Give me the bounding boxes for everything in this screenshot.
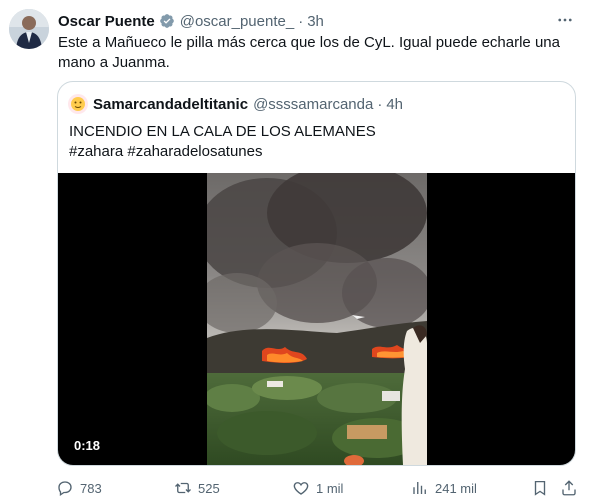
tweet-text: Este a Mañueco le pilla más cerca que lo… bbox=[58, 34, 560, 71]
author-name[interactable]: Oscar Puente bbox=[58, 13, 155, 30]
video-thumbnail bbox=[207, 173, 427, 465]
bookmark-button[interactable] bbox=[531, 479, 549, 497]
views-count: 241 mil bbox=[435, 480, 477, 496]
views-button[interactable]: 241 mil bbox=[411, 479, 477, 497]
action-bar: 783 525 1 mil 241 mil bbox=[56, 477, 578, 499]
reply-button[interactable]: 783 bbox=[56, 479, 102, 497]
share-button[interactable] bbox=[560, 479, 578, 497]
separator-dot: · bbox=[298, 12, 304, 30]
quoted-tweet-header: Samarcandadeltitanic @ssssamarcanda · 4h bbox=[68, 93, 565, 115]
separator-dot: · bbox=[377, 95, 383, 113]
author-handle[interactable]: @oscar_puente_ bbox=[180, 13, 294, 30]
reply-count: 783 bbox=[80, 480, 102, 496]
verified-badge-icon bbox=[159, 13, 175, 29]
video-player[interactable]: 0:18 bbox=[58, 173, 575, 465]
quoted-timestamp: 4h bbox=[386, 95, 404, 113]
hashtag-zaharadelosatunes[interactable]: #zaharadelosatunes bbox=[127, 143, 262, 160]
like-icon bbox=[293, 482, 309, 495]
repost-icon bbox=[175, 482, 191, 494]
video-duration: 0:18 bbox=[74, 438, 101, 453]
quoted-author-handle: @ssssamarcanda bbox=[253, 95, 374, 113]
more-icon[interactable] bbox=[554, 10, 576, 30]
quoted-avatar bbox=[68, 94, 88, 114]
views-icon bbox=[413, 482, 426, 494]
hashtag-line: #zahara #zaharadelosatunes bbox=[69, 142, 565, 162]
timestamp[interactable]: 3h bbox=[307, 13, 324, 30]
quoted-author-name: Samarcandadeltitanic bbox=[93, 95, 249, 113]
tweet-header: Oscar Puente @oscar_puente_ · 3h bbox=[58, 11, 576, 31]
reply-icon bbox=[58, 481, 72, 497]
hashtag-zahara[interactable]: #zahara bbox=[69, 143, 123, 160]
quoted-tweet[interactable]: Samarcandadeltitanic @ssssamarcanda · 4h… bbox=[57, 81, 576, 466]
repost-count: 525 bbox=[198, 480, 220, 496]
share-icon bbox=[562, 480, 576, 496]
repost-button[interactable]: 525 bbox=[174, 479, 220, 497]
avatar[interactable] bbox=[9, 9, 49, 49]
bookmark-icon bbox=[534, 480, 546, 496]
like-button[interactable]: 1 mil bbox=[292, 479, 343, 497]
quoted-text-line: INCENDIO EN LA CALA DE LOS ALEMANES bbox=[69, 123, 376, 140]
like-count: 1 mil bbox=[316, 480, 344, 496]
quoted-tweet-text: INCENDIO EN LA CALA DE LOS ALEMANES #zah… bbox=[69, 122, 565, 162]
